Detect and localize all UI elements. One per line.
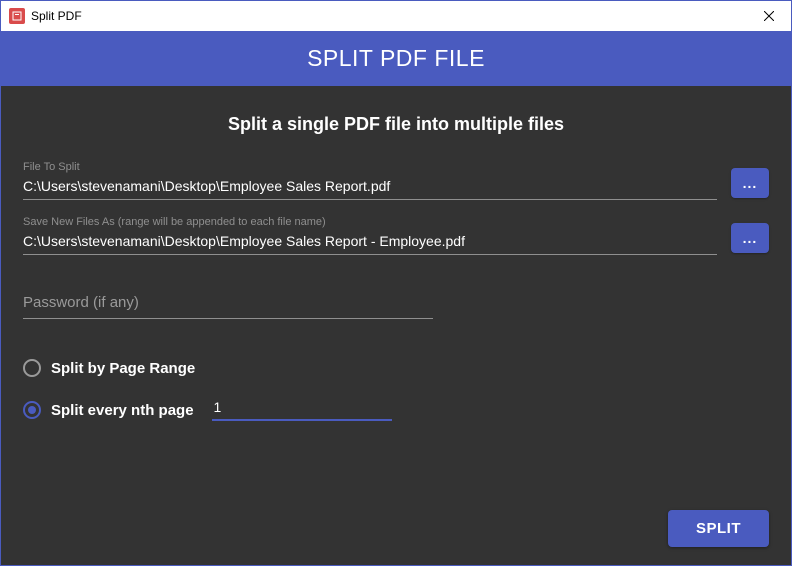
split-by-range-label: Split by Page Range bbox=[51, 360, 195, 377]
save-as-input[interactable] bbox=[23, 230, 717, 255]
file-to-split-row: File To Split ... bbox=[23, 161, 769, 200]
split-every-nth-row: Split every nth page bbox=[23, 399, 769, 421]
radio-split-by-range[interactable] bbox=[23, 359, 41, 377]
split-every-nth-label: Split every nth page bbox=[51, 402, 194, 419]
app-icon bbox=[9, 8, 25, 24]
content: Split a single PDF file into multiple fi… bbox=[1, 86, 791, 565]
close-icon bbox=[764, 11, 774, 21]
close-button[interactable] bbox=[746, 1, 791, 31]
save-as-label: Save New Files As (range will be appende… bbox=[23, 216, 717, 228]
header: SPLIT PDF FILE bbox=[1, 31, 791, 86]
password-row bbox=[23, 291, 769, 319]
save-as-row: Save New Files As (range will be appende… bbox=[23, 216, 769, 255]
nth-value-input[interactable] bbox=[212, 399, 392, 421]
split-by-range-row: Split by Page Range bbox=[23, 359, 769, 377]
split-button[interactable]: SPLIT bbox=[668, 510, 769, 547]
browse-file-button[interactable]: ... bbox=[731, 168, 769, 198]
header-title: SPLIT PDF FILE bbox=[307, 45, 485, 72]
password-input[interactable] bbox=[23, 291, 433, 319]
subtitle: Split a single PDF file into multiple fi… bbox=[23, 114, 769, 135]
titlebar: Split PDF bbox=[1, 1, 791, 31]
radio-split-every-nth[interactable] bbox=[23, 401, 41, 419]
browse-save-button[interactable]: ... bbox=[731, 223, 769, 253]
window-title: Split PDF bbox=[31, 9, 746, 23]
footer: SPLIT bbox=[23, 510, 769, 547]
file-to-split-label: File To Split bbox=[23, 161, 717, 173]
file-to-split-input[interactable] bbox=[23, 175, 717, 200]
